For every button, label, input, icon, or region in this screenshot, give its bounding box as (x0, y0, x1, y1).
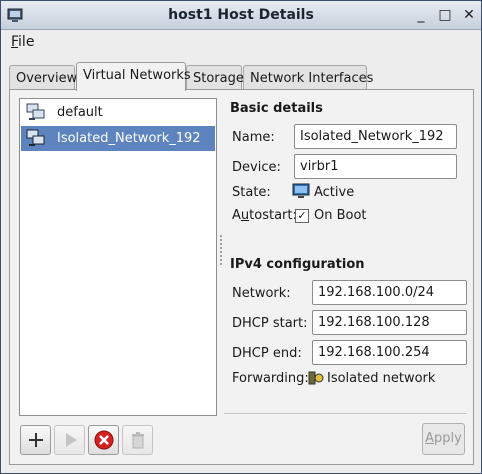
tab-overview[interactable]: Overview (9, 65, 77, 89)
window-title: host1 Host Details (168, 7, 314, 23)
menu-file-label: ile (18, 34, 35, 50)
apply-label: pply (434, 431, 462, 446)
autostart-mnemonic: u (240, 208, 250, 223)
maximize-button[interactable]: □ (436, 6, 454, 24)
menu-file-mnemonic: F (11, 34, 19, 50)
apply-mnemonic: A (425, 431, 435, 446)
dhcp-start-field[interactable]: 192.168.100.128 (312, 310, 467, 335)
trash-icon (132, 432, 144, 449)
autostart-label-a: A (232, 208, 241, 223)
autostart-checkbox[interactable]: ✓ (295, 209, 309, 223)
start-network-button[interactable] (54, 425, 85, 455)
network-label: Isolated_Network_192 (57, 131, 201, 146)
network-label: Network: (232, 286, 291, 301)
network-icon (26, 129, 45, 146)
device-label: Device: (232, 160, 281, 175)
dhcp-end-label: DHCP end: (232, 346, 302, 361)
state-label: State: (232, 185, 271, 200)
minimize-button[interactable]: _ (412, 6, 430, 24)
isolated-network-icon (308, 371, 324, 385)
network-label: default (57, 105, 103, 120)
stop-network-button[interactable] (88, 425, 119, 455)
tab-virtual-networks[interactable]: Virtual Networks (76, 62, 191, 91)
autostart-value: On Boot (314, 208, 367, 223)
tab-storage[interactable]: Storage (186, 65, 244, 89)
tab-network-interfaces[interactable]: Network Interfaces (243, 65, 373, 89)
state-value: Active (314, 185, 355, 200)
menu-bar: File (1, 30, 481, 54)
divider (224, 413, 467, 414)
autostart-label: Autostart: (232, 208, 297, 223)
dhcp-start-label: DHCP start: (232, 316, 308, 331)
pane-resize-handle[interactable] (220, 235, 226, 265)
network-icon (26, 103, 45, 120)
network-field[interactable]: 192.168.100.0/24 (312, 280, 467, 305)
forwarding-value: Isolated network (327, 371, 436, 386)
device-field[interactable]: virbr1 (294, 154, 457, 179)
virtual-networks-pane: default Isolated_Network_192 Basic detai… (9, 89, 474, 465)
close-button[interactable]: ✕ (460, 6, 478, 24)
apply-button[interactable]: Apply (422, 423, 465, 455)
host-details-window: host1 Host Details _ □ ✕ File Overview V… (0, 0, 482, 474)
list-item[interactable]: default (21, 100, 215, 125)
menu-file[interactable]: File (11, 34, 34, 50)
plus-icon (29, 433, 43, 447)
list-item-selected[interactable]: Isolated_Network_192 (21, 126, 215, 151)
forwarding-label: Forwarding: (232, 371, 309, 386)
monitor-active-icon (292, 183, 310, 198)
dhcp-end-field[interactable]: 192.168.100.254 (312, 340, 467, 365)
play-icon (66, 433, 77, 447)
network-list[interactable]: default Isolated_Network_192 (19, 98, 217, 416)
stop-icon (94, 430, 114, 450)
name-label: Name: (232, 130, 275, 145)
ipv4-heading: IPv4 configuration (230, 257, 365, 272)
name-field[interactable]: Isolated_Network_192 (294, 124, 457, 149)
autostart-label-rest: tostart: (249, 208, 297, 223)
basic-details-heading: Basic details (230, 101, 323, 116)
add-network-button[interactable] (20, 425, 51, 455)
delete-network-button[interactable] (122, 425, 153, 455)
title-bar[interactable]: host1 Host Details _ □ ✕ (1, 1, 481, 30)
